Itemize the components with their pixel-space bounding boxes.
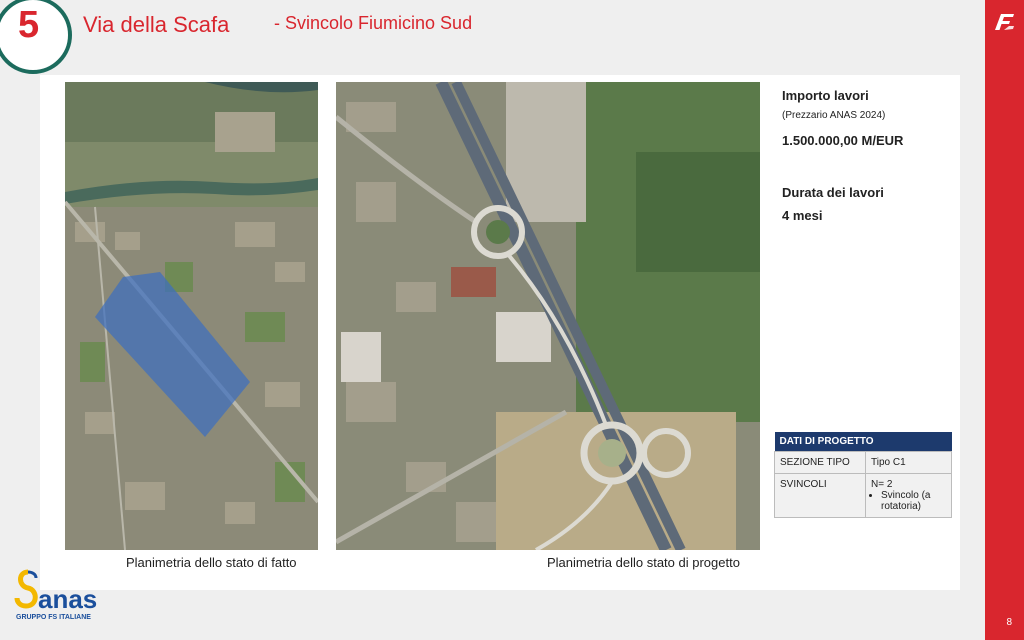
- importo-label: Importo lavori: [782, 88, 869, 103]
- fs-italiane-logo-icon: [995, 14, 1014, 30]
- prezzario-note: (Prezzario ANAS 2024): [782, 110, 886, 121]
- brand-sidebar: 8: [985, 0, 1024, 640]
- table-cell-label: SEZIONE TIPO: [774, 451, 866, 474]
- map-current-state: [65, 82, 318, 550]
- map-project-state: [336, 82, 760, 550]
- table-cell-label: SVINCOLI: [774, 473, 866, 518]
- slide-subtitle: - Svincolo Fiumicino Sud: [274, 13, 473, 33]
- table-row: SVINCOLI N= 2 Svincolo (a rotatoria): [774, 473, 952, 518]
- caption-current-state: Planimetria dello stato di fatto: [126, 555, 297, 570]
- caption-project-state: Planimetria dello stato di progetto: [547, 555, 740, 570]
- table-cell-value: Tipo C1: [865, 451, 952, 474]
- svincoli-count: N= 2: [871, 479, 893, 490]
- svincoli-bullet: Svincolo (a rotatoria): [881, 490, 946, 512]
- project-data-table: DATI DI PROGETTO SEZIONE TIPO Tipo C1 SV…: [774, 432, 952, 518]
- durata-value: 4 mesi: [782, 208, 823, 223]
- table-row: SEZIONE TIPO Tipo C1: [774, 451, 952, 474]
- table-header: DATI DI PROGETTO: [774, 432, 952, 452]
- slide-title: Via della Scafa: [83, 12, 230, 37]
- table-cell-value: N= 2 Svincolo (a rotatoria): [865, 473, 952, 518]
- importo-value: 1.500.000,00 M/EUR: [782, 133, 904, 148]
- anas-brand-text: anas: [38, 584, 98, 614]
- durata-label: Durata dei lavori: [782, 185, 884, 200]
- section-number: 5: [18, 4, 40, 46]
- page-number: 8: [1006, 617, 1012, 628]
- anas-tagline: GRUPPO FS ITALIANE: [16, 614, 91, 621]
- anas-logo: anas GRUPPO FS ITALIANE: [14, 566, 124, 626]
